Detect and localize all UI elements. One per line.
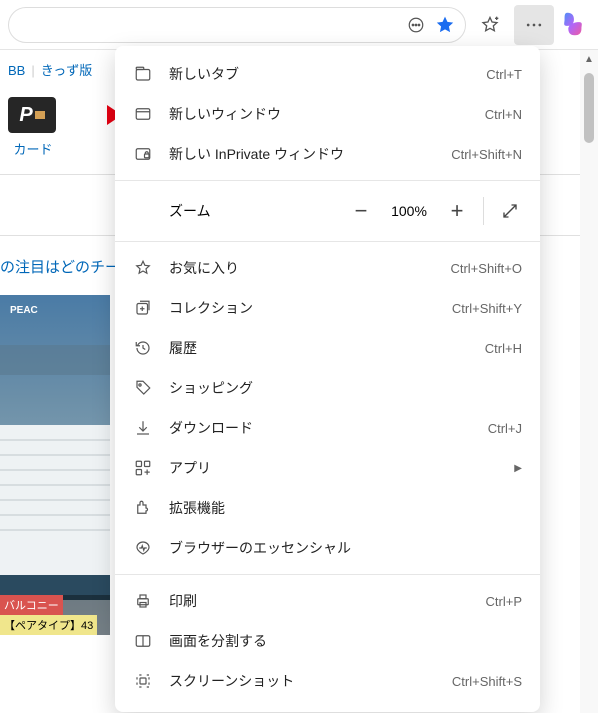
find-icon [133, 711, 153, 712]
menu-separator [115, 180, 540, 181]
inprivate-icon [133, 144, 153, 164]
menu-label: お気に入り [169, 258, 450, 278]
menu-new-tab[interactable]: 新しいタブ Ctrl+T [115, 54, 540, 94]
link-kids[interactable]: きっず版 [41, 63, 92, 78]
zoom-label: ズーム [169, 201, 341, 221]
address-bar[interactable] [8, 7, 466, 43]
menu-label: コレクション [169, 298, 452, 318]
menu-shortcut: Ctrl+P [486, 594, 522, 609]
new-window-icon [133, 104, 153, 124]
card-item[interactable]: P カード [8, 97, 58, 158]
vertical-scrollbar[interactable]: ▲ [580, 50, 598, 713]
browser-toolbar [0, 0, 598, 50]
menu-new-window[interactable]: 新しいウィンドウ Ctrl+N [115, 94, 540, 134]
menu-history[interactable]: 履歴 Ctrl+H [115, 328, 540, 368]
menu-print[interactable]: 印刷 Ctrl+P [115, 581, 540, 621]
scroll-up-arrow[interactable]: ▲ [584, 50, 594, 69]
menu-find[interactable]: ページ内の検索 Ctrl+F [115, 701, 540, 712]
screenshot-icon [133, 671, 153, 691]
menu-favorites[interactable]: お気に入り Ctrl+Shift+O [115, 248, 540, 288]
menu-shortcut: Ctrl+Shift+Y [452, 301, 522, 316]
menu-shortcut: Ctrl+N [485, 107, 522, 122]
card-label: カード [8, 139, 58, 158]
pulse-icon [133, 538, 153, 558]
zoom-value: 100% [381, 203, 437, 219]
puzzle-icon [133, 498, 153, 518]
menu-apps[interactable]: アプリ ▶ [115, 448, 540, 488]
menu-shortcut: Ctrl+Shift+N [451, 147, 522, 162]
menu-label: スクリーンショット [169, 671, 452, 691]
history-icon [133, 338, 153, 358]
menu-screenshot[interactable]: スクリーンショット Ctrl+Shift+S [115, 661, 540, 701]
menu-label: 印刷 [169, 591, 486, 611]
fullscreen-button[interactable] [490, 191, 530, 231]
tag-icon [133, 378, 153, 398]
download-icon [133, 418, 153, 438]
collections-icon [133, 298, 153, 318]
split-icon [133, 631, 153, 651]
menu-shortcut: Ctrl+Shift+O [450, 261, 522, 276]
zoom-out-button[interactable]: − [341, 191, 381, 231]
scroll-thumb[interactable] [584, 73, 594, 143]
menu-shortcut: Ctrl+J [488, 421, 522, 436]
menu-label: アプリ [169, 458, 514, 478]
settings-more-button[interactable] [514, 5, 554, 45]
menu-zoom: ズーム − 100% + [115, 187, 540, 235]
menu-label: 新しい InPrivate ウィンドウ [169, 144, 451, 164]
menu-separator [115, 574, 540, 575]
star-icon [133, 258, 153, 278]
menu-essentials[interactable]: ブラウザーのエッセンシャル [115, 528, 540, 568]
menu-downloads[interactable]: ダウンロード Ctrl+J [115, 408, 540, 448]
favorite-star-icon[interactable] [435, 15, 455, 35]
menu-label: ダウンロード [169, 418, 488, 438]
menu-shortcut: Ctrl+T [486, 67, 522, 82]
menu-split-screen[interactable]: 画面を分割する [115, 621, 540, 661]
more-options-icon[interactable] [407, 16, 425, 34]
menu-label: 新しいウィンドウ [169, 104, 485, 124]
menu-label: 画面を分割する [169, 631, 522, 651]
menu-shortcut: Ctrl+H [485, 341, 522, 356]
menu-label: ショッピング [169, 378, 522, 398]
menu-shortcut: Ctrl+Shift+S [452, 674, 522, 689]
menu-new-inprivate[interactable]: 新しい InPrivate ウィンドウ Ctrl+Shift+N [115, 134, 540, 174]
photo-caption: バルコニー 【ペアタイプ】43 [0, 595, 110, 635]
menu-shopping[interactable]: ショッピング [115, 368, 540, 408]
copilot-icon[interactable] [558, 9, 590, 41]
chevron-right-icon: ▶ [514, 463, 522, 474]
apps-icon [133, 458, 153, 478]
menu-separator [115, 241, 540, 242]
menu-collections[interactable]: コレクション Ctrl+Shift+Y [115, 288, 540, 328]
zoom-in-button[interactable]: + [437, 191, 477, 231]
news-photo[interactable]: PEAC バルコニー 【ペアタイプ】43 [0, 295, 110, 635]
settings-menu: 新しいタブ Ctrl+T 新しいウィンドウ Ctrl+N 新しい InPriva… [115, 46, 540, 712]
menu-label: 履歴 [169, 338, 485, 358]
print-icon [133, 591, 153, 611]
link-bb[interactable]: BB [8, 63, 25, 78]
menu-label: ページ内の検索 [169, 711, 486, 712]
menu-label: 拡張機能 [169, 498, 522, 518]
add-favorite-button[interactable] [470, 5, 510, 45]
menu-label: 新しいタブ [169, 64, 486, 84]
new-tab-icon [133, 64, 153, 84]
menu-label: ブラウザーのエッセンシャル [169, 538, 522, 558]
menu-extensions[interactable]: 拡張機能 [115, 488, 540, 528]
